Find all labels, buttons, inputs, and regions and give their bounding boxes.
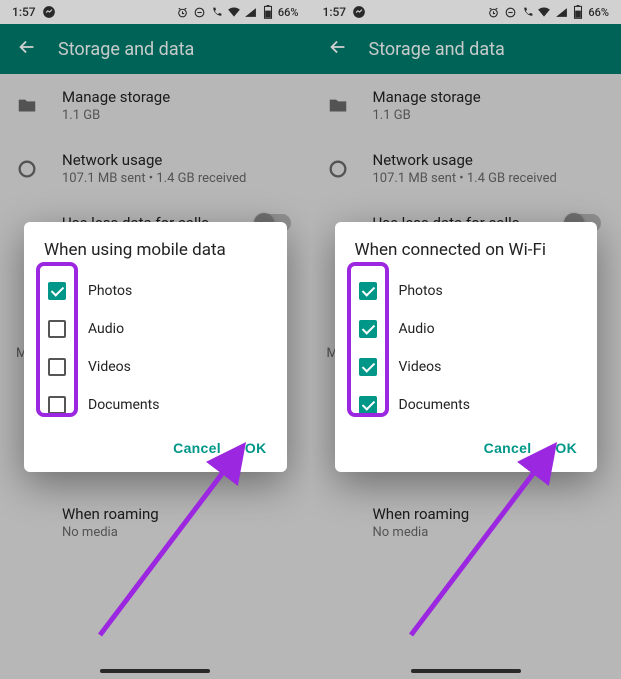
dialog-wifi: When connected on Wi-Fi Photos Audio Vid… (335, 222, 598, 472)
ok-button[interactable]: OK (555, 440, 577, 456)
checkbox-photos[interactable] (359, 282, 377, 300)
checkbox-videos[interactable] (48, 358, 66, 376)
checkbox-videos[interactable] (359, 358, 377, 376)
cancel-button[interactable]: Cancel (484, 440, 532, 456)
option-documents[interactable]: Documents (335, 386, 598, 424)
option-label: Photos (88, 283, 132, 299)
phone-screenshot-left: 1:57 66% Storage and data Manage storage… (0, 0, 311, 679)
dialog-mobile-data: When using mobile data Photos Audio Vide… (24, 222, 287, 472)
option-label: Videos (399, 359, 442, 375)
option-photos[interactable]: Photos (24, 272, 287, 310)
option-documents[interactable]: Documents (24, 386, 287, 424)
checkbox-documents[interactable] (359, 396, 377, 414)
dialog-title: When connected on Wi-Fi (335, 240, 598, 272)
dialog-title: When using mobile data (24, 240, 287, 272)
ok-button[interactable]: OK (245, 440, 267, 456)
cancel-button[interactable]: Cancel (173, 440, 221, 456)
option-audio[interactable]: Audio (24, 310, 287, 348)
option-audio[interactable]: Audio (335, 310, 598, 348)
option-label: Photos (399, 283, 443, 299)
option-photos[interactable]: Photos (335, 272, 598, 310)
option-label: Audio (399, 321, 435, 337)
option-videos[interactable]: Videos (24, 348, 287, 386)
phone-screenshot-right: 1:57 66% Storage and data Manage storage… (311, 0, 621, 679)
option-label: Documents (399, 397, 470, 413)
option-label: Documents (88, 397, 159, 413)
checkbox-audio[interactable] (48, 320, 66, 338)
checkbox-audio[interactable] (359, 320, 377, 338)
option-videos[interactable]: Videos (335, 348, 598, 386)
option-label: Videos (88, 359, 131, 375)
option-label: Audio (88, 321, 124, 337)
checkbox-documents[interactable] (48, 396, 66, 414)
checkbox-photos[interactable] (48, 282, 66, 300)
